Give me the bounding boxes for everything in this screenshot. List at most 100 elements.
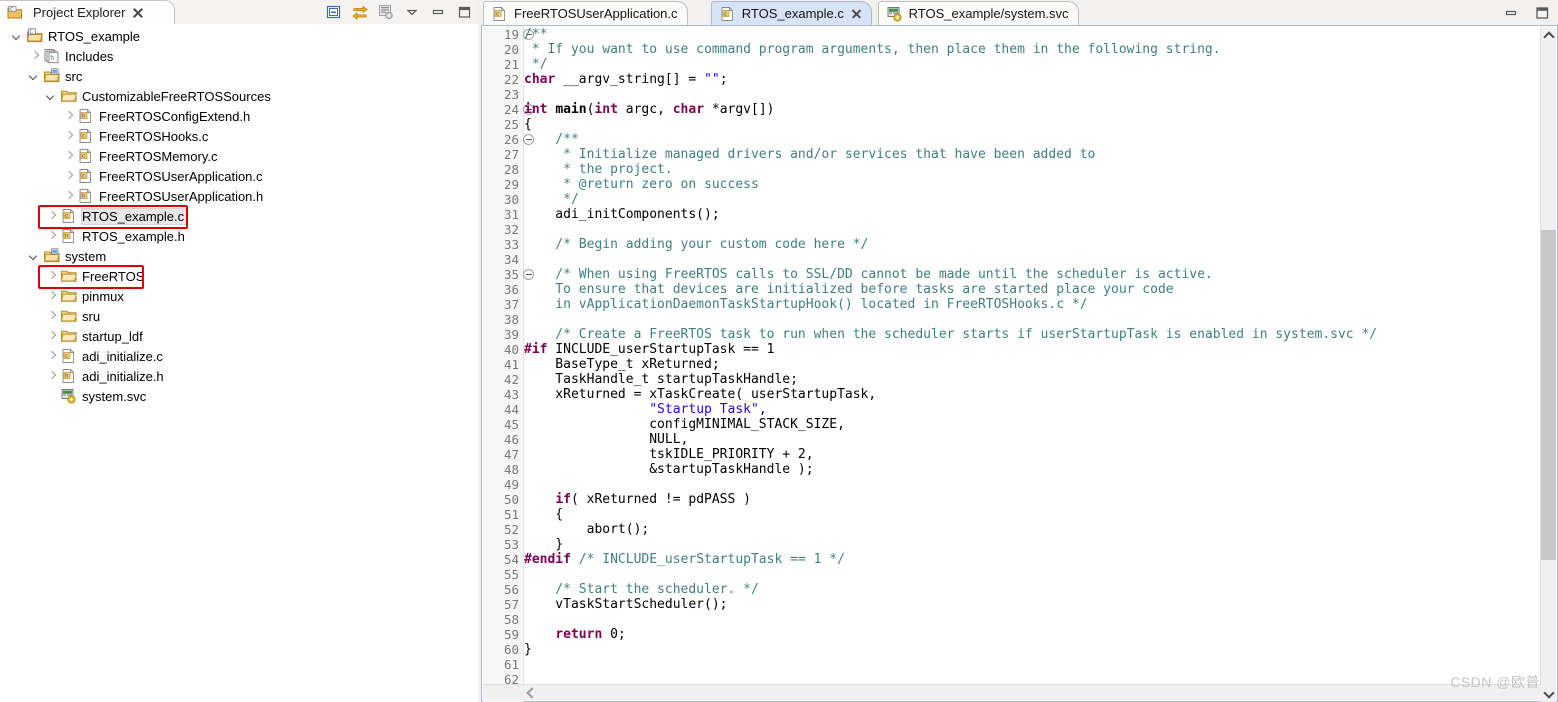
h-file-icon: h bbox=[77, 188, 95, 204]
code-line: BaseType_t xReturned; bbox=[524, 357, 1540, 372]
chevron-right-icon[interactable] bbox=[61, 168, 77, 184]
chevron-right-icon[interactable] bbox=[27, 48, 43, 64]
chevron-right-icon[interactable] bbox=[44, 328, 60, 344]
scroll-up-icon[interactable] bbox=[1541, 27, 1557, 43]
chevron-down-icon[interactable] bbox=[44, 88, 60, 104]
chevron-down-icon[interactable] bbox=[27, 68, 43, 84]
scroll-left-icon[interactable] bbox=[523, 685, 539, 701]
tree-item-adi-initialize-h[interactable]: h adi_initialize.h bbox=[0, 366, 478, 386]
project-explorer-titlebar: C Project Explorer bbox=[0, 0, 478, 24]
tree-item-freertosconfigextend-h[interactable]: h FreeRTOSConfigExtend.h bbox=[0, 106, 478, 126]
editor-tab-rtos-example-c[interactable]: c RTOS_example.c bbox=[710, 1, 872, 25]
code-text[interactable]: /** * If you want to use command program… bbox=[524, 27, 1540, 685]
line-number: 30 bbox=[503, 192, 519, 207]
folder-icon bbox=[60, 88, 78, 104]
code-line: * @return zero on success bbox=[524, 177, 1540, 192]
line-number: 51 bbox=[503, 507, 519, 522]
chevron-right-icon[interactable] bbox=[61, 148, 77, 164]
c-file-icon: c bbox=[77, 148, 95, 164]
line-number: 29 bbox=[503, 177, 519, 192]
chevron-right-icon[interactable] bbox=[44, 228, 60, 244]
tree-item-includes[interactable]: h Includes bbox=[0, 46, 478, 66]
code-line: configMINIMAL_STACK_SIZE, bbox=[524, 417, 1540, 432]
code-line: return 0; bbox=[524, 627, 1540, 642]
chevron-down-icon[interactable] bbox=[10, 28, 26, 44]
vertical-scrollbar[interactable] bbox=[1540, 27, 1556, 702]
tree-item-src[interactable]: src bbox=[0, 66, 478, 86]
tree-item-freertos[interactable]: FreeRTOS bbox=[0, 266, 478, 286]
close-icon[interactable] bbox=[851, 8, 862, 19]
line-number: 41 bbox=[503, 357, 519, 372]
tree-item-freertoshooks-c[interactable]: c FreeRTOSHooks.c bbox=[0, 126, 478, 146]
chevron-down-icon[interactable] bbox=[27, 248, 43, 264]
view-menu-icon[interactable] bbox=[404, 4, 420, 20]
chevron-right-icon[interactable] bbox=[61, 128, 77, 144]
line-number: 61 bbox=[503, 657, 519, 672]
chevron-right-icon[interactable] bbox=[44, 348, 60, 364]
close-icon[interactable] bbox=[132, 7, 144, 19]
project-explorer-tab[interactable]: C Project Explorer bbox=[0, 0, 176, 24]
code-line: /** bbox=[524, 132, 1540, 147]
chevron-right-icon[interactable] bbox=[44, 208, 60, 224]
tree-item-pinmux[interactable]: pinmux bbox=[0, 286, 478, 306]
tree-item-label: FreeRTOSUserApplication.h bbox=[99, 188, 264, 204]
minimize-icon[interactable] bbox=[1503, 5, 1519, 21]
tree-item-rtos-example-c[interactable]: c RTOS_example.c bbox=[0, 206, 478, 226]
line-number: 42 bbox=[503, 372, 519, 387]
maximize-icon[interactable] bbox=[1534, 5, 1550, 21]
tree-item-customizablefreertossources[interactable]: CustomizableFreeRTOSSources bbox=[0, 86, 478, 106]
tree-item-freertosuserapplication-h[interactable]: h FreeRTOSUserApplication.h bbox=[0, 186, 478, 206]
code-token: * If you want to use command program arg… bbox=[524, 42, 1221, 57]
chevron-right-icon[interactable] bbox=[44, 368, 60, 384]
maximize-icon[interactable] bbox=[456, 4, 472, 20]
project-icon: C bbox=[26, 28, 44, 44]
project-tree[interactable]: C RTOS_example h Includes src CustomizableFre… bbox=[0, 26, 478, 676]
line-number: 53 bbox=[503, 537, 519, 552]
collapse-all-icon[interactable] bbox=[326, 4, 342, 20]
scroll-down-icon[interactable] bbox=[1541, 686, 1557, 702]
tree-item-sru[interactable]: sru bbox=[0, 306, 478, 326]
code-line: &startupTaskHandle ); bbox=[524, 462, 1540, 477]
view-menu-filter-icon[interactable] bbox=[378, 4, 394, 20]
code-line: char __argv_string[] = ""; bbox=[524, 72, 1540, 87]
code-token: abort(); bbox=[524, 522, 650, 537]
source-editor[interactable]: 19 20 21 22 23 24 25 26 27 28 29 30 31 32 33 34 35 36 37 38… bbox=[481, 25, 1558, 702]
line-number: 45 bbox=[503, 417, 519, 432]
c-file-icon: c bbox=[60, 208, 78, 224]
line-number: 59 bbox=[503, 627, 519, 642]
link-with-editor-icon[interactable] bbox=[352, 4, 368, 20]
line-number: 31 bbox=[503, 207, 519, 222]
tree-item-freertosuserapplication-c[interactable]: c FreeRTOSUserApplication.c bbox=[0, 166, 478, 186]
chevron-right-icon[interactable] bbox=[44, 288, 60, 304]
code-line: * If you want to use command program arg… bbox=[524, 42, 1540, 57]
horizontal-scrollbar[interactable] bbox=[483, 684, 1541, 700]
code-token: ( xReturned != pdPASS ) bbox=[570, 492, 751, 507]
tree-item-label: RTOS_example bbox=[48, 28, 141, 44]
chevron-right-icon[interactable] bbox=[44, 268, 60, 284]
chevron-right-icon[interactable] bbox=[44, 308, 60, 324]
watermark: CSDN @欧普 bbox=[1450, 674, 1540, 690]
editor-tab-freertosuserapplication-c[interactable]: c FreeRTOSUserApplication.c bbox=[483, 1, 688, 25]
tree-item-rtos-example[interactable]: C RTOS_example bbox=[0, 26, 478, 46]
chevron-right-icon[interactable] bbox=[61, 108, 77, 124]
tree-item-adi-initialize-c[interactable]: c adi_initialize.c bbox=[0, 346, 478, 366]
line-number: 34 bbox=[503, 252, 519, 267]
code-token: char bbox=[672, 102, 705, 117]
chevron-right-icon[interactable] bbox=[61, 188, 77, 204]
code-line: #endif /* INCLUDE_userStartupTask == 1 *… bbox=[524, 552, 1540, 567]
tree-item-freertosmemory-c[interactable]: c FreeRTOSMemory.c bbox=[0, 146, 478, 166]
project-explorer-view: C Project Explorer C RTOS_example h Incl… bbox=[0, 0, 478, 702]
vertical-scroll-thumb[interactable] bbox=[1541, 230, 1556, 560]
tree-item-system-svc[interactable]: system.svc bbox=[0, 386, 478, 406]
tree-item-rtos-example-h[interactable]: h RTOS_example.h bbox=[0, 226, 478, 246]
tree-item-system[interactable]: system bbox=[0, 246, 478, 266]
line-number: 56 bbox=[503, 582, 519, 597]
tree-item-startup-ldf[interactable]: startup_ldf bbox=[0, 326, 478, 346]
code-line: NULL, bbox=[524, 432, 1540, 447]
minimize-icon[interactable] bbox=[430, 4, 446, 20]
editor-tab-rtos-example-system-svc[interactable]: RTOS_example/system.svc bbox=[877, 1, 1079, 25]
code-line: if( xReturned != pdPASS ) bbox=[524, 492, 1540, 507]
code-line: /* Begin adding your custom code here */ bbox=[524, 237, 1540, 252]
code-token: &startupTaskHandle ); bbox=[524, 462, 814, 477]
